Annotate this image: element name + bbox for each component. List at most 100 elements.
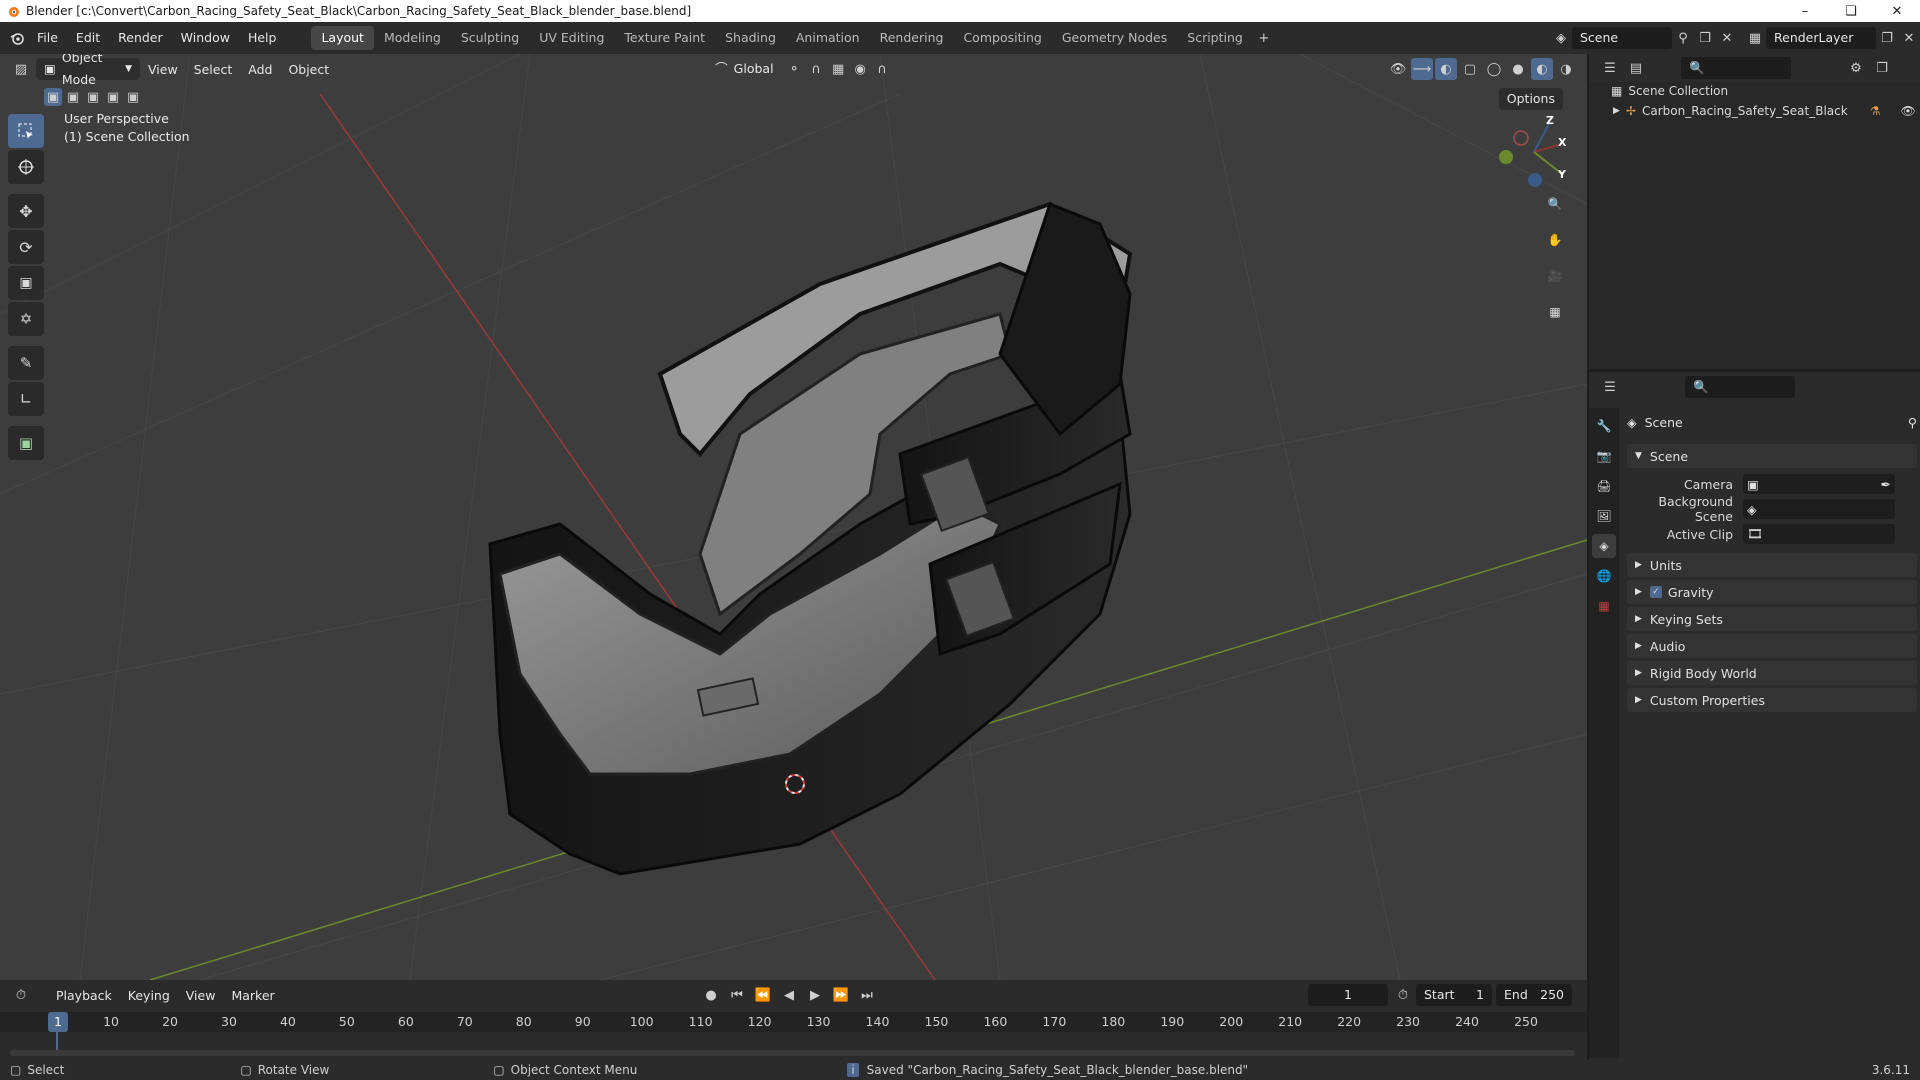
- menu-render[interactable]: Render: [109, 26, 172, 50]
- select-intersect-icon[interactable]: ▣: [124, 88, 142, 106]
- editor-type-icon[interactable]: ▨: [10, 58, 32, 80]
- menu-file[interactable]: File: [28, 26, 67, 50]
- menu-keying[interactable]: Keying: [120, 988, 178, 1003]
- output-tab-icon[interactable]: 🖨: [1592, 474, 1616, 498]
- scene-field[interactable]: Scene: [1572, 27, 1672, 49]
- menu-select[interactable]: Select: [186, 62, 241, 77]
- delete-scene-icon[interactable]: ✕: [1716, 27, 1738, 49]
- select-subtract-icon[interactable]: ▣: [84, 88, 102, 106]
- custom-properties-panel[interactable]: ▶ Custom Properties: [1627, 688, 1917, 712]
- select-extend-icon[interactable]: ▣: [64, 88, 82, 106]
- tab-texture-paint[interactable]: Texture Paint: [614, 26, 715, 50]
- background-scene-field[interactable]: ◈: [1743, 499, 1895, 519]
- visibility-icon[interactable]: 👁: [1387, 58, 1409, 80]
- world-tab-icon[interactable]: 🌐: [1592, 564, 1616, 588]
- rotate-tool-icon[interactable]: ⟳: [8, 230, 44, 264]
- tab-compositing[interactable]: Compositing: [953, 26, 1051, 50]
- add-cube-tool-icon[interactable]: ▣: [8, 426, 44, 460]
- render-layer-field[interactable]: RenderLayer: [1766, 27, 1876, 49]
- select-new-icon[interactable]: ▣: [44, 88, 62, 106]
- clock-icon[interactable]: ⏱: [1392, 984, 1414, 1006]
- camera-field[interactable]: ▣ ✒: [1743, 474, 1895, 494]
- tab-uv-editing[interactable]: UV Editing: [529, 26, 614, 50]
- texture-tab-icon[interactable]: ▦: [1592, 594, 1616, 618]
- prev-keyframe-icon[interactable]: ⏪: [752, 984, 774, 1006]
- play-reverse-icon[interactable]: ◀: [778, 984, 800, 1006]
- start-frame-field[interactable]: Start 1: [1416, 984, 1492, 1006]
- mode-dropdown[interactable]: ▣ Object Mode ▼: [36, 54, 140, 87]
- outliner-item[interactable]: ▶ ✢ Carbon_Racing_Safety_Seat_Black ⚗ 👁 …: [1613, 104, 1916, 118]
- menu-playback[interactable]: Playback: [48, 988, 120, 1003]
- outliner-search-input[interactable]: 🔍: [1681, 57, 1791, 79]
- view-layer-icon[interactable]: ▦: [1744, 27, 1766, 49]
- menu-add[interactable]: Add: [240, 62, 280, 77]
- rigid-body-world-panel[interactable]: ▶ Rigid Body World: [1627, 661, 1917, 685]
- tab-sculpting[interactable]: Sculpting: [451, 26, 529, 50]
- menu-window[interactable]: Window: [172, 26, 239, 50]
- outliner-type-icon[interactable]: ☰: [1599, 57, 1621, 79]
- record-icon[interactable]: ●: [700, 984, 722, 1006]
- next-keyframe-icon[interactable]: ⏩: [830, 984, 852, 1006]
- gravity-panel[interactable]: ▶ ✓ Gravity: [1627, 580, 1917, 604]
- rendered-shading-icon[interactable]: ◑: [1555, 58, 1577, 80]
- keying-sets-panel[interactable]: ▶ Keying Sets: [1627, 607, 1917, 631]
- end-frame-field[interactable]: End 250: [1496, 984, 1572, 1006]
- menu-help[interactable]: Help: [239, 26, 286, 50]
- display-mode-icon[interactable]: ▤: [1625, 57, 1647, 79]
- tab-modeling[interactable]: Modeling: [374, 26, 451, 50]
- properties-type-icon[interactable]: ☰: [1599, 376, 1621, 398]
- options-dropdown[interactable]: Options: [1498, 88, 1563, 110]
- wireframe-shading-icon[interactable]: ◯: [1483, 58, 1505, 80]
- overlay-toggle-icon[interactable]: ◐: [1435, 58, 1457, 80]
- timeline-ruler[interactable]: 1 10 20 30 40 50 60 70 80 90 100 110 120 130 140 150 160…: [0, 1012, 1587, 1032]
- snap-icon[interactable]: ∩: [805, 58, 827, 80]
- scene-tab-icon[interactable]: ◈: [1592, 534, 1616, 558]
- units-panel[interactable]: ▶ Units: [1627, 553, 1917, 577]
- delete-layer-icon[interactable]: ✕: [1898, 27, 1920, 49]
- new-collection-icon[interactable]: ❐: [1871, 57, 1893, 79]
- seat-model[interactable]: [488, 201, 1133, 876]
- timeline-editor-icon[interactable]: ⏱: [10, 984, 32, 1006]
- proportional-edit-icon[interactable]: ◉: [849, 58, 871, 80]
- expand-arrow-icon[interactable]: ▶: [1613, 106, 1620, 116]
- render-tab-icon[interactable]: 📷: [1592, 444, 1616, 468]
- scale-tool-icon[interactable]: ▣: [8, 266, 44, 300]
- measure-tool-icon[interactable]: ∟: [8, 382, 44, 416]
- transform-orientation-dropdown[interactable]: ⌒ Global: [707, 58, 783, 80]
- minimize-icon[interactable]: –: [1782, 0, 1828, 22]
- xray-icon[interactable]: ▢: [1459, 58, 1481, 80]
- menu-timeline-view[interactable]: View: [178, 988, 224, 1003]
- scene-selector-icon[interactable]: ◈: [1550, 27, 1572, 49]
- material-shading-icon[interactable]: ◐: [1531, 58, 1553, 80]
- annotate-tool-icon[interactable]: ✎: [8, 346, 44, 380]
- jump-end-icon[interactable]: ⏭: [856, 984, 878, 1006]
- move-tool-icon[interactable]: ✥: [8, 194, 44, 228]
- current-frame-field[interactable]: 1: [1308, 984, 1388, 1006]
- menu-object[interactable]: Object: [280, 62, 337, 77]
- menu-marker[interactable]: Marker: [223, 988, 282, 1003]
- tab-scripting[interactable]: Scripting: [1177, 26, 1253, 50]
- blender-menu-icon[interactable]: [6, 27, 28, 49]
- tab-rendering[interactable]: Rendering: [870, 26, 954, 50]
- gizmo-x-label[interactable]: X: [1558, 136, 1566, 149]
- filter-icon[interactable]: ⚙: [1845, 57, 1867, 79]
- select-box-tool-icon[interactable]: [8, 114, 44, 148]
- perspective-toggle-icon[interactable]: ▦: [1541, 298, 1569, 326]
- gizmo-y-label[interactable]: Y: [1558, 168, 1566, 181]
- tab-geometry-nodes[interactable]: Geometry Nodes: [1052, 26, 1177, 50]
- close-icon[interactable]: ✕: [1874, 0, 1920, 22]
- eye-icon[interactable]: 👁: [1900, 104, 1915, 118]
- snap-target-icon[interactable]: ▦: [827, 58, 849, 80]
- properties-search-input[interactable]: 🔍: [1685, 376, 1795, 398]
- eyedropper-icon[interactable]: ✒: [1881, 477, 1891, 492]
- outliner-root[interactable]: ▦ Scene Collection: [1611, 84, 1728, 98]
- scene-panel-header[interactable]: ▼ Scene: [1627, 444, 1917, 468]
- play-icon[interactable]: ▶: [804, 984, 826, 1006]
- pin-context-icon[interactable]: ⚲: [1908, 415, 1917, 430]
- pivot-icon[interactable]: ⚬: [783, 58, 805, 80]
- jump-start-icon[interactable]: ⏮: [726, 984, 748, 1006]
- tab-layout[interactable]: Layout: [311, 26, 374, 50]
- gravity-checkbox[interactable]: ✓: [1649, 586, 1662, 598]
- menu-edit[interactable]: Edit: [67, 26, 109, 50]
- navigation-gizmo[interactable]: [1499, 121, 1563, 187]
